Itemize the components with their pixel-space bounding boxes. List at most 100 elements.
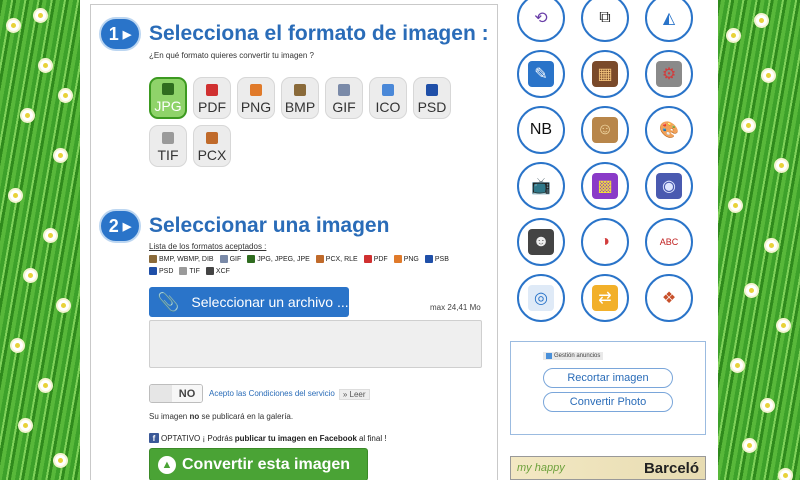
convert-image-label: Convertir esta imagen (182, 455, 351, 473)
stamp-icon: ⚙ (656, 61, 682, 87)
portrait-photo-icon: ☻ (528, 229, 554, 255)
banner-left-text: my happy (517, 462, 565, 474)
format-option-pdf[interactable]: PDF (193, 77, 231, 119)
daisy-flower (55, 150, 66, 161)
format-label: TIF (157, 147, 179, 163)
tool-button-pop-art[interactable]: ▩ (581, 162, 629, 210)
step-2-header: 2 ▶ Seleccionar una imagen (99, 209, 389, 243)
daisy-flower (40, 380, 51, 391)
converter-panel: 1 ▶ Selecciona el formato de imagen : ¿E… (90, 4, 498, 480)
tool-button-perspective[interactable]: ◭ (645, 0, 693, 42)
format-label: PNG (240, 99, 272, 115)
pop-art-icon: ▩ (592, 173, 618, 199)
tool-button-badge[interactable]: ◎ (517, 274, 565, 322)
facebook-note-bold: publicar tu imagen en Facebook (234, 433, 357, 443)
step-2-number: 2 (108, 215, 119, 236)
accepted-format-label: GIF (229, 255, 242, 263)
terms-row: Acepto las Condiciones del servicio » Le… (209, 389, 370, 400)
tool-button-blue-effect[interactable]: ◉ (645, 162, 693, 210)
tool-button-3d-glasses[interactable]: ◑ (581, 218, 629, 266)
accepted-format-label: PDF (373, 255, 388, 263)
daisy-flower (728, 30, 739, 41)
accepted-format-label: PSB (434, 255, 449, 263)
ico-icon (382, 84, 394, 96)
tool-button-pen[interactable]: ✎ (517, 50, 565, 98)
accepted-formats-list: BMP, WBMP, DIB GIF JPG, JPEG, JPE PCX, RLE P… (149, 255, 479, 275)
step-1-header: 1 ▶ Selecciona el formato de imagen : (99, 17, 489, 51)
terms-toggle[interactable]: NO (149, 384, 203, 403)
tif-icon (162, 132, 174, 144)
terms-link[interactable]: Acepto las Condiciones del servicio (209, 389, 335, 400)
format-option-tif[interactable]: TIF (149, 125, 187, 167)
format-label: PCX (197, 147, 227, 163)
camera-icon (162, 83, 174, 95)
select-file-button[interactable]: 📎 Seleccionar un archivo ... (149, 287, 349, 317)
file-type-icon (393, 255, 402, 263)
accepted-format-label: PSD (159, 267, 174, 275)
tv-icon: 📺 (528, 173, 554, 199)
tool-button-stamp[interactable]: ⚙ (645, 50, 693, 98)
crop-image-button[interactable]: Recortar imagen (543, 368, 673, 388)
accepted-format-item: PSB (424, 255, 449, 263)
file-type-icon (247, 255, 256, 263)
gallery-note: Su imagen no se publicará en la galería. (149, 412, 293, 421)
ad-banner[interactable]: my happy Barceló (510, 456, 706, 480)
format-label: GIF (332, 99, 356, 115)
tool-button-filmstrip[interactable]: ▦ (581, 50, 629, 98)
daisy-flower (730, 200, 741, 211)
daisy-flower (22, 110, 33, 121)
toggle-knob (150, 385, 172, 402)
ad-management-label[interactable]: Gestión anuncios (543, 352, 604, 360)
rotate-icon: ⟲ (528, 5, 554, 31)
accepted-format-label: TIF (189, 267, 200, 275)
daisy-flower (45, 230, 56, 241)
facebook-note: f OPTATIVO ¡ Podrás publicar tu imagen e… (149, 433, 387, 443)
read-terms-link[interactable]: » Leer (338, 389, 370, 400)
convert-image-button[interactable]: ▲ Convertir esta imagen (149, 448, 368, 480)
format-option-psd[interactable]: PSD (413, 77, 451, 119)
step-1-badge: 1 ▶ (99, 17, 141, 51)
format-option-ico[interactable]: ICO (369, 77, 407, 119)
tool-button-rotate[interactable]: ⟲ (517, 0, 565, 42)
accepted-format-label: BMP, WBMP, DIB (159, 255, 214, 263)
tool-button-portrait-photo[interactable]: ☻ (517, 218, 565, 266)
daisy-flower (55, 455, 66, 466)
accepted-format-label: PNG (403, 255, 419, 263)
accepted-format-item: PNG (393, 255, 419, 263)
format-option-gif[interactable]: GIF (325, 77, 363, 119)
daisy-flower (778, 320, 789, 331)
format-option-jpg[interactable]: JPG (149, 77, 187, 119)
tool-button-tv[interactable]: 📺 (517, 162, 565, 210)
daisy-flower (58, 300, 69, 311)
file-type-icon (424, 255, 433, 263)
tool-button-convert-photo[interactable]: ⇄ (581, 274, 629, 322)
file-dropzone[interactable] (149, 320, 482, 368)
daisy-flower (35, 10, 46, 21)
format-selector: JPG PDF PNG BMP GIF ICO PSD TIF PCX (149, 77, 469, 167)
black-white-icon: NB (528, 117, 554, 143)
toggle-state-label: NO (172, 385, 202, 402)
tool-button-black-white[interactable]: NB (517, 106, 565, 154)
format-option-bmp[interactable]: BMP (281, 77, 319, 119)
tool-button-crop[interactable]: ⧉ (581, 0, 629, 42)
grass-border-right (718, 0, 800, 480)
psd-icon (426, 84, 438, 96)
facebook-icon: f (149, 433, 159, 443)
select-file-label: Seleccionar un archivo ... (191, 294, 349, 310)
format-label: PSD (417, 99, 447, 115)
format-option-pcx[interactable]: PCX (193, 125, 231, 167)
file-type-icon (149, 267, 157, 275)
tool-button-palette[interactable]: 🎨 (645, 106, 693, 154)
grass-border-left (0, 0, 80, 480)
facebook-note-lead: OPTATIVO ¡ Podrás (161, 433, 233, 443)
tool-button-text-stamp[interactable]: ABC (645, 218, 693, 266)
paperclip-icon: 📎 (157, 291, 180, 312)
accepted-format-item: JPG, JPEG, JPE (247, 255, 310, 263)
tool-button-sepia[interactable]: ☺ (581, 106, 629, 154)
gallery-note-bold: no (189, 412, 200, 421)
convert-photo-button[interactable]: Convertir Photo (543, 392, 673, 412)
max-file-size: max 24,41 Mo (430, 303, 481, 312)
format-option-png[interactable]: PNG (237, 77, 275, 119)
tool-button-apps-collage[interactable]: ❖ (645, 274, 693, 322)
png-icon (250, 84, 262, 96)
